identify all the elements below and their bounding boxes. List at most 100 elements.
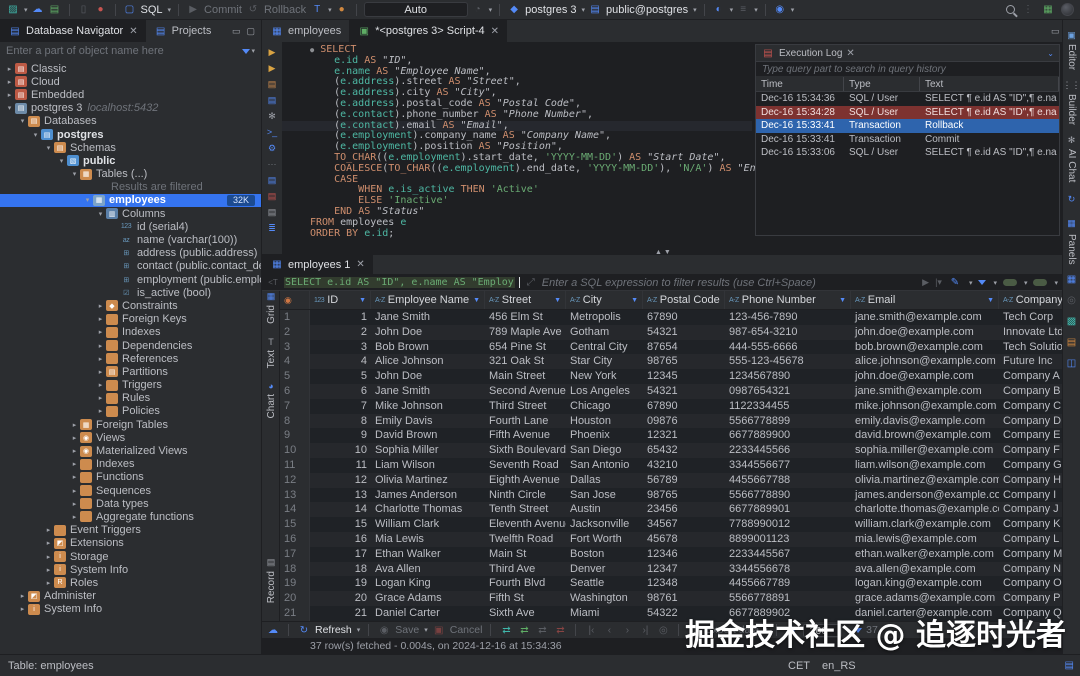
cell-employee-name[interactable]: Jane Smith <box>371 384 485 399</box>
cell-company[interactable]: Company B <box>999 384 1062 399</box>
sort-chevron-icon[interactable]: ▼ <box>839 297 846 304</box>
cell-employee-name[interactable]: Mike Johnson <box>371 399 485 414</box>
filter-icon[interactable] <box>978 280 986 285</box>
tree-item-embedded[interactable]: ▸▤Embedded <box>0 88 261 101</box>
cell-id[interactable]: 6 <box>310 384 371 399</box>
cell-street[interactable]: Twelfth Road <box>485 532 566 547</box>
cell-email[interactable]: jane.smith@example.com <box>851 310 999 325</box>
cell-id[interactable]: 10 <box>310 443 371 458</box>
cell-id[interactable]: 18 <box>310 562 371 577</box>
cell-city[interactable]: Fort Worth <box>566 532 643 547</box>
object-search-input[interactable]: Enter a part of object name here ▾ <box>0 42 261 60</box>
rollback-button[interactable]: Rollback <box>264 4 306 16</box>
cell-street[interactable]: Sixth Boulevard <box>485 443 566 458</box>
tree-item-public[interactable]: ▾▧public <box>0 154 261 167</box>
row-number[interactable]: 16 <box>280 532 310 547</box>
cell-city[interactable]: Dallas <box>566 473 643 488</box>
cancel-button[interactable]: Cancel <box>450 624 483 636</box>
sort-pill-icon[interactable] <box>1033 279 1047 286</box>
cell-city[interactable]: Austin <box>566 502 643 517</box>
chevron-down-icon[interactable]: ▾ <box>693 6 697 14</box>
cell-phone-number[interactable]: 3344556678 <box>725 562 851 577</box>
cell-street[interactable]: Fifth St <box>485 591 566 606</box>
chevron-down-icon[interactable]: ▾ <box>582 6 586 14</box>
cell-id[interactable]: 1 <box>310 310 371 325</box>
chevron-down-icon[interactable]: ▾ <box>168 6 172 14</box>
cell-employee-name[interactable]: Daniel Carter <box>371 606 485 621</box>
close-icon[interactable]: ✕ <box>356 259 364 270</box>
tab-script[interactable]: ▣ *<postgres 3> Script-4 ✕ <box>349 20 507 42</box>
prev-page-icon[interactable]: ‹ <box>602 623 616 637</box>
chevron-down-icon[interactable]: ▾ <box>424 626 428 634</box>
expand-icon[interactable]: ⤢ <box>524 276 538 290</box>
code-area[interactable]: ● SELECT e.id AS "ID", e.name AS "Employ… <box>282 45 752 239</box>
cell-phone-number[interactable]: 987-654-3210 <box>725 325 851 340</box>
goto-row-icon[interactable]: ◎ <box>656 623 670 637</box>
chart-panel-icon[interactable]: ▤ <box>1065 335 1079 349</box>
sort-chevron-icon[interactable]: ▼ <box>359 297 366 304</box>
minimize-icon[interactable]: ▭ <box>1051 26 1060 37</box>
cell-employee-name[interactable]: William Clark <box>371 517 485 532</box>
cell-id[interactable]: 16 <box>310 532 371 547</box>
log-row[interactable]: Dec-16 15:33:41TransactionCommit <box>756 133 1059 147</box>
row-number[interactable]: 21 <box>280 606 310 621</box>
settings-icon[interactable]: ⚙ <box>266 142 279 154</box>
row-number[interactable]: 13 <box>280 488 310 503</box>
cell-postal-code[interactable]: 98761 <box>643 591 725 606</box>
cell-id[interactable]: 15 <box>310 517 371 532</box>
connection-selector[interactable]: postgres 3 <box>525 4 576 16</box>
row-number[interactable]: 2 <box>280 325 310 340</box>
close-icon[interactable]: ✕ <box>846 48 854 59</box>
ai-icon[interactable]: ✻ <box>266 110 279 122</box>
tree-item-system-info[interactable]: ▸iSystem Info <box>0 603 261 616</box>
cell-company[interactable]: Company E <box>999 428 1062 443</box>
sort-chevron-icon[interactable]: ▼ <box>473 297 480 304</box>
tree-item-materialized-views[interactable]: ▸◉Materialized Views <box>0 444 261 457</box>
cell-street[interactable]: Sixth Ave <box>485 606 566 621</box>
cell-id[interactable]: 2 <box>310 325 371 340</box>
cell-company[interactable]: Future Inc <box>999 354 1062 369</box>
cell-employee-name[interactable]: Olivia Martinez <box>371 473 485 488</box>
cell-company[interactable]: Company D <box>999 414 1062 429</box>
table-row[interactable]: 1919Logan KingFourth BlvdSeattle12348445… <box>280 576 1062 591</box>
cell-city[interactable]: Houston <box>566 414 643 429</box>
chevron-down-icon[interactable]: ▾ <box>17 117 28 125</box>
column-header-id[interactable]: 123ID▼ <box>310 291 371 309</box>
grid-panel-icon[interactable]: ▦ <box>1065 272 1079 286</box>
tree-item-classic[interactable]: ▸▤Classic <box>0 62 261 75</box>
next-page-icon[interactable]: › <box>620 623 634 637</box>
row-number[interactable]: 5 <box>280 369 310 384</box>
table-row[interactable]: 33Bob Brown654 Pine StCentral City876544… <box>280 340 1062 355</box>
delete-row-icon[interactable]: ⇄ <box>553 623 567 637</box>
cell-phone-number[interactable]: 5566778899 <box>725 414 851 429</box>
cell-id[interactable]: 8 <box>310 414 371 429</box>
tree-item-aggregate-functions[interactable]: ▸Aggregate functions <box>0 510 261 523</box>
cell-street[interactable]: Second Avenue <box>485 384 566 399</box>
cell-id[interactable]: 11 <box>310 458 371 473</box>
cell-street[interactable]: Seventh Road <box>485 458 566 473</box>
log-row[interactable]: Dec-16 15:34:28SQL / UserSELECT ¶ e.id A… <box>756 106 1059 120</box>
tab-database-navigator[interactable]: ▤ Database Navigator ✕ <box>0 20 146 42</box>
tree-item-results-are-filtered[interactable]: Results are filtered <box>0 181 261 194</box>
cell-phone-number[interactable]: 6677889900 <box>725 428 851 443</box>
chevron-right-icon[interactable]: ▸ <box>43 539 54 547</box>
chevron-right-icon[interactable]: ▸ <box>95 355 106 363</box>
window-layout-icon[interactable]: ▨ <box>6 3 20 17</box>
tree-item-views[interactable]: ▸◉Views <box>0 431 261 444</box>
row-number[interactable]: 12 <box>280 473 310 488</box>
cell-phone-number[interactable]: 7788990012 <box>725 517 851 532</box>
cell-city[interactable]: New York <box>566 369 643 384</box>
grid-gutter-header[interactable]: ◉ <box>280 291 310 309</box>
cell-id[interactable]: 21 <box>310 606 371 621</box>
cell-company[interactable]: Company O <box>999 576 1062 591</box>
tree-item-rules[interactable]: ▸Rules <box>0 392 261 405</box>
tree-item-functions[interactable]: ▸Functions <box>0 471 261 484</box>
log-row[interactable]: Dec-16 15:33:06SQL / UserSELECT ¶ e.id A… <box>756 146 1059 160</box>
chevron-right-icon[interactable]: ▸ <box>43 553 54 561</box>
chevron-down-icon[interactable]: ▾ <box>730 6 734 14</box>
cell-email[interactable]: ethan.walker@example.com <box>851 547 999 562</box>
cell-street[interactable]: 789 Maple Ave <box>485 325 566 340</box>
tree-item-constraints[interactable]: ▸◆Constraints <box>0 299 261 312</box>
cell-email[interactable]: mia.lewis@example.com <box>851 532 999 547</box>
cell-id[interactable]: 14 <box>310 502 371 517</box>
